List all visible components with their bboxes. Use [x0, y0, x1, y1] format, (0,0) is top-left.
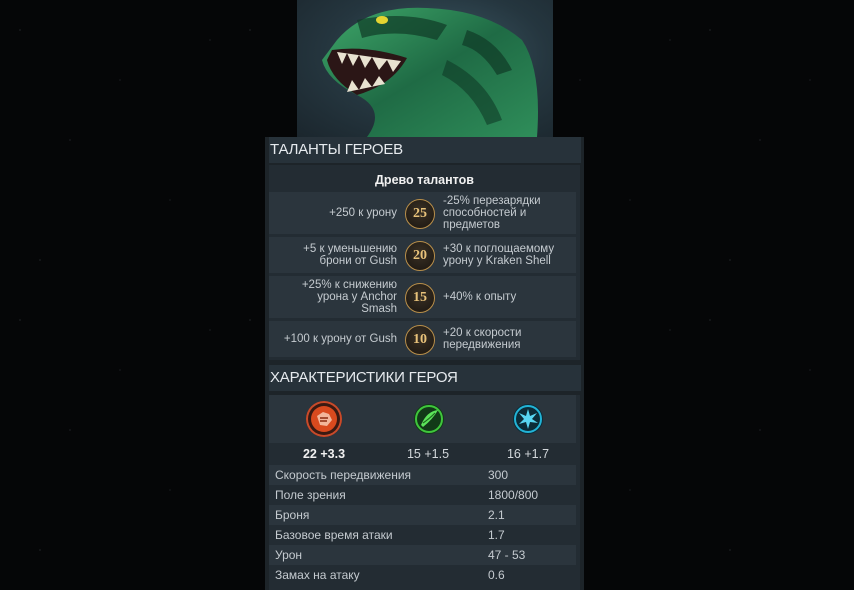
strength-icon: [306, 401, 342, 437]
talent-level-badge: 20: [405, 241, 435, 271]
stat-label: Броня: [275, 508, 310, 522]
stat-row: Скорость передвижения 300: [269, 465, 576, 485]
talent-left-option: +250 к урону: [329, 207, 397, 219]
strength-value: 22 +3.3: [302, 447, 346, 461]
talent-left-option: +5 к уменьшению брони от Gush: [303, 243, 397, 267]
stat-row: Замах на атаку 0.6: [269, 565, 576, 585]
stat-label: Поле зрения: [275, 488, 346, 502]
stat-value: 47 - 53: [488, 548, 526, 562]
talent-left-option: +25% к снижению урона у Anchor Smash: [301, 279, 397, 315]
stat-value: 1.7: [488, 528, 505, 542]
talents-section-title: ТАЛАНТЫ ГЕРОЕВ: [269, 137, 581, 163]
stat-value: 1800/800: [488, 488, 539, 502]
talent-row-25: +250 к урону 25 -25% перезарядки способн…: [269, 192, 580, 234]
stat-value: 300: [488, 468, 509, 482]
stats-section-title: ХАРАКТЕРИСТИКИ ГЕРОЯ: [269, 365, 581, 391]
talent-right-option: +30 к поглощаемому урону у Kraken Shell: [443, 243, 555, 267]
talent-right-option: -25% перезарядки способностей и предмето…: [443, 195, 541, 231]
stat-row: Броня 2.1: [269, 505, 576, 525]
talent-left-option: +100 к урону от Gush: [283, 333, 397, 345]
attribute-icons-row: [269, 395, 576, 443]
talent-right-option: +20 к скорости передвижения: [443, 327, 522, 351]
hero-stats: 22 +3.3 15 +1.5 16 +1.7 Скорость передви…: [269, 395, 580, 590]
stat-row: Урон 47 - 53: [269, 545, 576, 565]
stat-row: Базовое время атаки 1.7: [269, 525, 576, 545]
stat-label: Замах на атаку: [275, 568, 360, 582]
hero-portrait: [297, 0, 553, 137]
hero-creature-art: [322, 7, 538, 137]
talent-right-option: +40% к опыту: [443, 291, 517, 303]
agility-value: 15 +1.5: [406, 447, 450, 461]
talent-tree-title: Древо талантов: [375, 173, 474, 187]
intelligence-value: 16 +1.7: [506, 447, 550, 461]
talent-row-15: +25% к снижению урона у Anchor Smash 15 …: [269, 276, 580, 318]
talent-tree: Древо талантов +250 к урону 25 -25% пере…: [269, 165, 580, 360]
stat-value: 0.6: [488, 568, 505, 582]
talent-level-badge: 10: [405, 325, 435, 355]
hero-info-panel: ТАЛАНТЫ ГЕРОЕВ Древо талантов +250 к уро…: [265, 137, 584, 590]
stat-value: 2.1: [488, 508, 505, 522]
agility-icon: [411, 401, 447, 437]
intelligence-icon: [510, 401, 546, 437]
talent-level-badge: 25: [405, 199, 435, 229]
talent-level-badge: 15: [405, 283, 435, 313]
talent-row-10: +100 к урону от Gush 10 +20 к скорости п…: [269, 321, 580, 357]
stat-row: Поле зрения 1800/800: [269, 485, 576, 505]
stat-label: Урон: [275, 548, 303, 562]
stat-label: Скорость передвижения: [275, 468, 412, 482]
talent-row-20: +5 к уменьшению брони от Gush 20 +30 к п…: [269, 237, 580, 273]
stat-label: Базовое время атаки: [275, 528, 393, 542]
